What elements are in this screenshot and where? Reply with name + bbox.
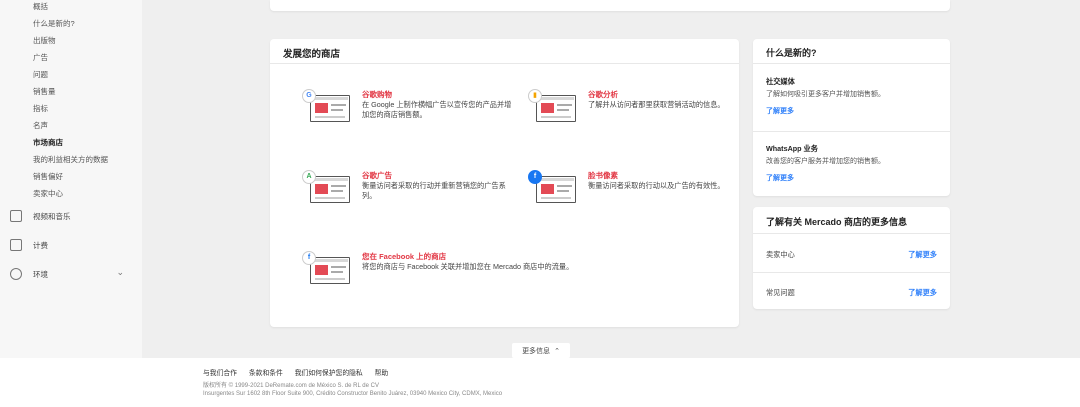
sidebar-item-whats-new[interactable]: 什么是新的? [33, 18, 75, 29]
faq-row: 常见问题 了解更多 [766, 288, 937, 298]
feature-facebook-pixel[interactable]: f 脸书像素 衡量访问者采取的行动以及广告的有效性。 [528, 170, 738, 220]
card-title: 了解有关 Mercado 商店的更多信息 [766, 217, 908, 227]
learn-more-link[interactable]: 了解更多 [908, 288, 937, 298]
sidebar-section-billing[interactable]: 计费 [10, 239, 130, 251]
card-title: 发展您的商店 [283, 49, 341, 60]
feature-description: 衡量访问者采取的行动以及广告的有效性。 [588, 181, 725, 190]
sidebar-section-settings[interactable]: 环境 ⌄ [10, 267, 130, 280]
document-icon [10, 239, 22, 251]
feature-description: 在 Google 上制作横幅广告以宣传您的产品并增加您的商店销售额。 [362, 100, 512, 119]
sidebar-item-seller-center[interactable]: 卖家中心 [33, 188, 63, 199]
divider [270, 63, 739, 64]
feature-google-analytics[interactable]: ▮ 谷歌分析 了解并从访问者那里获取营销活动的信息。 [528, 89, 738, 139]
learn-more-link[interactable]: 了解更多 [766, 106, 941, 116]
facebook-shop-icon: f [302, 251, 358, 289]
footer-link-privacy[interactable]: 我们如何保护您的隐私 [295, 370, 363, 377]
feature-description: 衡量访问者采取的行动并重新营销您的广告系列。 [362, 181, 506, 200]
sidebar-item-sales-preferences[interactable]: 销售偏好 [33, 171, 63, 182]
divider [753, 272, 950, 273]
feature-description: 将您的商店与 Facebook 关联并增加您在 Mercado 商店中的流量。 [362, 262, 574, 271]
google-analytics-icon: ▮ [528, 89, 584, 127]
sidebar-item-stakeholder-data[interactable]: 我的利益相关方的数据 [33, 154, 108, 165]
footer-links: 与我们合作 条款和条件 我们如何保护您的隐私 帮助 [203, 367, 398, 377]
more-info-button[interactable]: 更多信息 ⌃ [512, 343, 570, 358]
seller-center-row: 卖家中心 了解更多 [766, 250, 937, 260]
divider [753, 63, 950, 64]
facebook-pixel-icon: f [528, 170, 584, 208]
news-item: 社交媒体 了解如何吸引更多客户并增加销售额。 了解更多 [766, 77, 941, 116]
sidebar-item-publications[interactable]: 出版物 [33, 35, 56, 46]
sidebar-item-sales[interactable]: 销售量 [33, 86, 56, 97]
sidebar-section-label: 计费 [33, 240, 48, 250]
learn-more-link[interactable]: 了解更多 [908, 250, 937, 260]
learn-more-link[interactable]: 了解更多 [766, 173, 941, 183]
grow-store-card: 发展您的商店 G 谷歌购物 在 Google 上制作横幅广告以宣传您的产品并增加… [270, 39, 739, 327]
more-info-label: 更多信息 [522, 347, 551, 355]
sidebar-section-video-music[interactable]: 视频和音乐 [10, 210, 130, 222]
sidebar-item-reputation[interactable]: 名声 [33, 120, 48, 131]
sidebar-item-metrics[interactable]: 指标 [33, 103, 48, 114]
feature-google-shopping[interactable]: G 谷歌购物 在 Google 上制作横幅广告以宣传您的产品并增加您的商店销售额… [302, 89, 512, 139]
feature-facebook-shop[interactable]: f 您在 Facebook 上的商店 将您的商店与 Facebook 关联并增加… [302, 251, 632, 301]
sidebar-section-label: 环境 [33, 269, 48, 279]
news-item-description: 了解如何吸引更多客户并增加销售额。 [766, 91, 885, 98]
sidebar-item-ads[interactable]: 广告 [33, 52, 48, 63]
feature-name: 脸书像素 [588, 171, 618, 180]
news-item: WhatsApp 业务 改善您的客户服务并增加您的销售额。 了解更多 [766, 144, 941, 183]
feature-name: 您在 Facebook 上的商店 [362, 252, 447, 261]
gear-icon [10, 268, 22, 280]
news-item-title: WhatsApp 业务 [766, 144, 818, 153]
footer-copyright: 版权所有 © 1999-2021 DeRemate.com de México … [203, 383, 379, 389]
footer-address: Insurgentes Sur 1602 8th Floor Suite 900… [203, 391, 503, 397]
news-item-description: 改善您的客户服务并增加您的销售额。 [766, 158, 885, 165]
sidebar-item-overview[interactable]: 概括 [33, 1, 48, 12]
feature-description: 了解并从访问者那里获取营销活动的信息。 [588, 100, 725, 109]
whats-new-card: 什么是新的? 社交媒体 了解如何吸引更多客户并增加销售额。 了解更多 Whats… [753, 39, 950, 196]
chevron-up-icon: ⌃ [554, 347, 560, 355]
feature-name: 谷歌购物 [362, 90, 392, 99]
google-shopping-icon: G [302, 89, 358, 127]
footer: 与我们合作 条款和条件 我们如何保护您的隐私 帮助 版权所有 © 1999-20… [0, 358, 1080, 407]
sidebar-item-questions[interactable]: 问题 [33, 69, 48, 80]
row-label: 卖家中心 [766, 250, 795, 259]
footer-link-work-with-us[interactable]: 与我们合作 [203, 370, 237, 377]
learn-more-card: 了解有关 Mercado 商店的更多信息 卖家中心 了解更多 常见问题 了解更多 [753, 207, 950, 309]
divider [753, 131, 950, 132]
sidebar-section-label: 视频和音乐 [33, 211, 71, 221]
top-card [270, 0, 950, 11]
google-ads-icon: A [302, 170, 358, 208]
news-item-title: 社交媒体 [766, 77, 795, 86]
card-title: 什么是新的? [766, 48, 817, 58]
chevron-down-icon[interactable]: ⌄ [116, 267, 124, 278]
video-music-icon [10, 210, 22, 222]
feature-google-ads[interactable]: A 谷歌广告 衡量访问者采取的行动并重新营销您的广告系列。 [302, 170, 512, 220]
footer-link-help[interactable]: 帮助 [375, 370, 389, 377]
sidebar-item-market-store[interactable]: 市场商店 [33, 137, 63, 148]
feature-name: 谷歌分析 [588, 90, 618, 99]
feature-name: 谷歌广告 [362, 171, 392, 180]
divider [753, 233, 950, 234]
footer-link-terms[interactable]: 条款和条件 [249, 370, 283, 377]
row-label: 常见问题 [766, 288, 795, 297]
sidebar: 概括 什么是新的? 出版物 广告 问题 销售量 指标 名声 市场商店 我的利益相… [0, 0, 142, 358]
